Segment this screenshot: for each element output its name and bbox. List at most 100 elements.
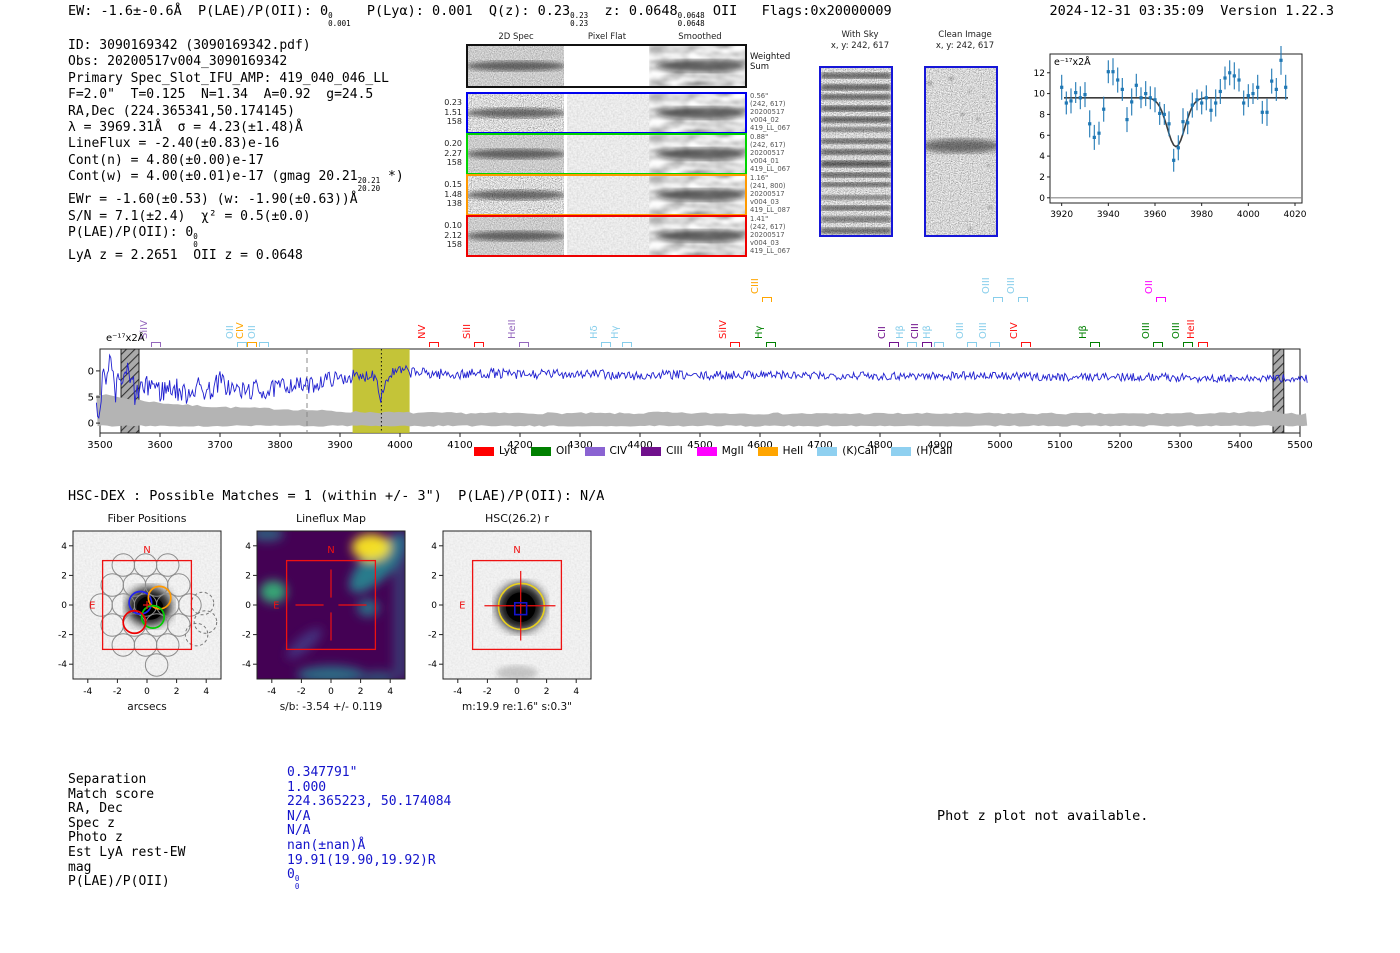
spectrum-y-tick: 0	[88, 419, 94, 430]
zoom-x-tick: 3960	[1144, 210, 1167, 220]
spectrum-x-tick: 5300	[1167, 440, 1192, 451]
weighted-sum-label: Weighted Sum	[750, 52, 790, 72]
line-marker-label: OII	[1144, 280, 1155, 294]
info-line-10: S/N = 7.1(±2.4) χ² = 0.5(±0.0)	[68, 209, 404, 225]
header-datetime-version: 2024-12-31 03:35:09 Version 1.22.3	[1050, 3, 1334, 19]
cutout-y-tick: 0	[245, 601, 251, 611]
cutout-x-tick: 2	[544, 687, 550, 697]
spec2d-row-meta: 1.16" (241, 800) 20200517 v004_03 419_LL…	[750, 175, 808, 215]
spectrum-x-tick: 3700	[207, 440, 232, 451]
cutout-title: Fiber Positions	[108, 512, 187, 525]
info-line-9: EWr = -1.60(±0.53) (w: -1.90(±0.63))Å	[68, 192, 404, 208]
spec2d-row-meta: 0.56" (242, 617) 20200517 v004_02 419_LL…	[750, 93, 808, 133]
spectrum-x-tick: 3900	[327, 440, 352, 451]
zoom-x-tick: 4020	[1284, 210, 1307, 220]
match-row-label: mag	[68, 861, 185, 876]
cutout-xlabel: m:19.9 re:1.6" s:0.3"	[462, 701, 572, 713]
legend-item: MgII	[697, 445, 744, 457]
cutout-x-tick: -4	[453, 687, 462, 697]
match-row-value: nan(±nan)Å	[287, 839, 451, 854]
sup-sub-value: 00	[193, 233, 198, 248]
spec2d-row-weights: 0.20 2.27 158	[440, 139, 462, 168]
cutout-title: Lineflux Map	[296, 512, 366, 525]
legend-label: OII	[556, 445, 570, 457]
cutout-xlabel: s/b: -3.54 +/- 0.119	[280, 701, 383, 713]
spec2d-row-2	[466, 133, 747, 175]
line-marker-label: OIII	[1006, 277, 1017, 294]
spectrum-x-tick: 3600	[147, 440, 172, 451]
cutout-y-tick: 4	[431, 542, 437, 552]
match-table-labels: SeparationMatch scoreRA, DecSpec zPhoto …	[68, 773, 185, 890]
with-sky-title: With Sky x, y: 242, 617	[805, 30, 915, 52]
match-row-label: P(LAE)/P(OII)	[68, 875, 185, 890]
legend-swatch	[641, 447, 661, 456]
spec2d-row-image	[468, 94, 745, 132]
spec2d-row-weights: 0.10 2.12 158	[440, 221, 462, 250]
with-sky-image	[819, 66, 893, 237]
spectrum-y-tick: 5	[88, 393, 94, 404]
match-row-value: 224.365223, 50.174084	[287, 795, 451, 810]
spec2d-row-image	[468, 176, 745, 214]
hsc-cutout-svg: HSC(26.2) r-4-4-2-2002244NEm:19.9 re:1.6…	[408, 506, 593, 718]
match-row-label: Separation	[68, 773, 185, 788]
zoom-y-tick: 4	[1039, 152, 1045, 162]
spectrum-x-tick: 4100	[447, 440, 472, 451]
photz-note: Phot z plot not available.	[937, 808, 1148, 824]
info-line-11: P(LAE)/P(OII): 000	[68, 225, 404, 248]
info-line-7: Cont(n) = 4.80(±0.00)e-17	[68, 153, 404, 169]
line-marker-label: CIII	[750, 278, 761, 294]
zoom-x-tick: 3980	[1190, 210, 1213, 220]
detection-info-block: ID: 3090169342 (3090169342.pdf)Obs: 2020…	[68, 38, 404, 265]
spec2d-row-image	[468, 135, 745, 173]
zoom-x-tick: 3920	[1050, 210, 1073, 220]
match-row-label: Est LyA rest-EW	[68, 846, 185, 861]
zoom-plot-svg: 024681012392039403960398040004020e⁻¹⁷x2Å	[1030, 46, 1308, 238]
match-row-label: RA, Dec	[68, 802, 185, 817]
line-marker-label: OIII	[981, 277, 992, 294]
cutout-y-tick: -4	[58, 660, 67, 670]
spectrum-legend: LyαOIICIVCIIIMgIIHeII(K)CaII(H)CaII	[474, 445, 952, 457]
cutout-x-tick: 0	[328, 687, 334, 697]
match-row-value: N/A	[287, 810, 451, 825]
north-label: N	[143, 545, 150, 556]
spec2d-row-image	[468, 217, 745, 255]
zoom-y-tick: 6	[1039, 131, 1045, 141]
info-line-3: F=2.0" T=0.125 N=1.34 A=0.92 g=24.5	[68, 87, 404, 103]
cutout-y-tick: -4	[428, 660, 437, 670]
line-marker-bracket	[762, 297, 772, 302]
spectrum-x-tick: 3500	[88, 440, 113, 451]
east-label: E	[89, 601, 95, 612]
spec2d-row-1	[466, 92, 747, 134]
zoom-units-label: e⁻¹⁷x2Å	[1054, 56, 1091, 68]
spec2d-row-3	[466, 174, 747, 216]
legend-label: HeII	[783, 445, 804, 457]
cutout-title: HSC(26.2) r	[485, 512, 550, 525]
info-line-6: LineFlux = -2.40(±0.83)e-16	[68, 136, 404, 152]
spectrum-x-tick: 5400	[1227, 440, 1252, 451]
spectrum-x-tick: 5200	[1107, 440, 1132, 451]
spectrum-x-tick: 5100	[1047, 440, 1072, 451]
legend-item: OII	[531, 445, 570, 457]
spectrum-x-tick: 4000	[387, 440, 412, 451]
with-sky-bitmap	[821, 68, 891, 235]
spectrum-y-tick: 10	[88, 366, 94, 377]
cutout-y-tick: 4	[245, 542, 251, 552]
spec2d-row-0	[466, 44, 747, 88]
zoom-y-tick: 2	[1039, 173, 1045, 183]
hsc-cutout: HSC(26.2) r-4-4-2-2002244NEm:19.9 re:1.6…	[408, 506, 593, 718]
spectrum-x-tick: 3800	[267, 440, 292, 451]
legend-item: Lyα	[474, 445, 517, 457]
legend-swatch	[817, 447, 837, 456]
header-stats: EW: -1.6±-0.6Å P(LAE)/P(OII): 000.001 P(…	[68, 3, 892, 27]
info-line-4: RA,Dec (224.365341,50.174145)	[68, 104, 404, 120]
spec2d-row-meta: 0.88" (242, 617) 20200517 v004_01 419_LL…	[750, 134, 808, 174]
cutout-y-tick: -2	[242, 631, 251, 641]
legend-item: CIII	[641, 445, 683, 457]
legend-item: HeII	[758, 445, 804, 457]
sup-sub-value: 0.06480.0648	[678, 12, 705, 27]
cutout-y-tick: -2	[428, 631, 437, 641]
cutout-x-tick: 4	[573, 687, 579, 697]
clean-image-bitmap	[926, 68, 996, 235]
lineflux-map-svg: Lineflux Map-4-4-2-2002244NEs/b: -3.54 +…	[222, 506, 407, 718]
match-row-value: N/A	[287, 824, 451, 839]
